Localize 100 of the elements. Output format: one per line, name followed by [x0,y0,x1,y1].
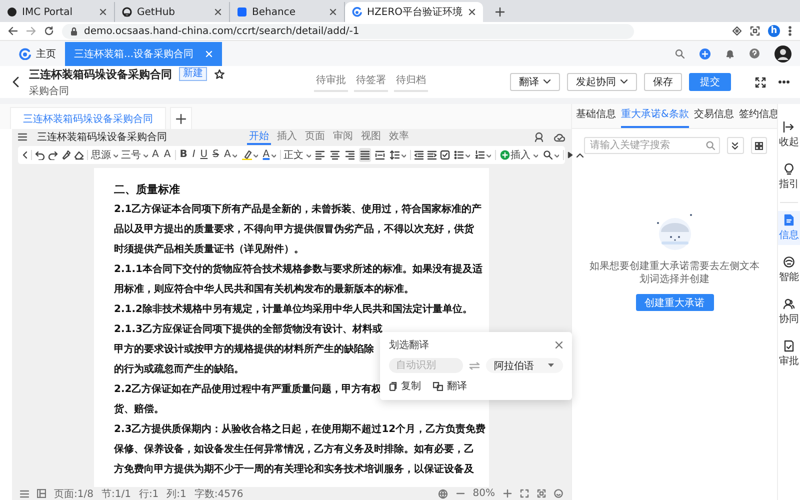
add-tab-button[interactable] [170,107,192,129]
find-button[interactable] [542,148,560,162]
bell-icon[interactable] [725,48,735,58]
panel-tab[interactable]: 基础信息 [576,107,616,128]
globe-icon[interactable] [438,488,448,498]
strikethrough-button[interactable]: S [212,148,220,162]
menu-tab[interactable]: 视图 [359,130,383,144]
address-field[interactable]: demo.ocsaas.hand-china.com/ccrt/search/detail/add/-1 [62,24,634,38]
align-right-button[interactable] [344,148,356,162]
collapse-icon[interactable] [576,152,584,158]
menu-tab[interactable]: 审阅 [331,130,355,144]
document-tab[interactable]: 三连杯装箱码垛设备采购合同 [10,107,166,129]
back-icon[interactable] [12,76,20,88]
app-tab[interactable]: 三连杯装箱...设备采购合同 [65,42,222,66]
back-icon[interactable] [8,26,18,36]
app-tab[interactable]: 主页 [10,42,65,66]
reload-icon[interactable] [44,26,54,36]
face-icon[interactable] [554,489,563,498]
align-distribute-button[interactable] [374,148,386,162]
star-icon[interactable] [214,68,225,80]
menu-tab[interactable]: 插入 [275,130,299,144]
add-icon [500,150,510,160]
text-effect-button[interactable]: A [222,148,238,162]
outline-icon[interactable] [20,490,29,498]
zoom-in-icon[interactable] [503,489,512,498]
fullscreen-icon[interactable] [755,76,766,88]
line-spacing-button[interactable] [388,148,407,162]
empty-state-drawing [654,212,694,252]
shrink-font-button[interactable]: A [162,148,172,162]
style-select[interactable]: 正文 [284,148,311,162]
profile-avatar[interactable]: h [768,25,780,37]
bold-button[interactable]: B [178,148,188,162]
size-select[interactable]: 三号 [121,148,148,162]
rail-item[interactable]: 协同 [778,295,800,329]
caret-icon [252,152,258,158]
rail-item[interactable]: 指引 [778,160,800,194]
close-icon[interactable] [555,341,563,349]
panel-tab[interactable]: 重大承诺&条款 [621,107,689,128]
checkbox-icon[interactable] [440,150,450,160]
target-language-select[interactable]: 阿拉伯语 [486,358,563,373]
body-text-line: 时须提供产品相关质量证书（详见附件）。 [114,242,304,257]
close-icon[interactable] [329,8,337,16]
highlight-button[interactable] [240,148,259,162]
align-justify-button[interactable] [358,148,371,162]
grid-button[interactable] [750,137,767,154]
font-color-button[interactable]: A [262,148,277,162]
outdent-icon[interactable] [414,150,424,160]
align-center-button[interactable] [328,148,341,162]
search-icon[interactable] [675,48,685,58]
create-button[interactable]: 创建重大承诺 [636,294,714,311]
more-icon[interactable] [778,80,790,84]
caret-icon [620,79,628,85]
redo-icon[interactable] [48,150,58,160]
translate-button[interactable]: 翻译 [433,379,467,393]
scan-icon[interactable] [750,26,760,36]
grow-font-button[interactable]: A [151,148,160,162]
menu-tab[interactable]: 页面 [303,130,327,144]
align-center-icon [330,150,340,160]
close-icon[interactable] [468,8,476,16]
cloud-icon[interactable] [554,132,565,142]
align-left-button[interactable] [314,148,326,162]
add-icon[interactable] [699,48,711,60]
italic-button[interactable]: I [191,148,196,162]
brush-icon[interactable] [61,150,71,160]
rail-item[interactable]: 信息 [778,211,800,245]
new-tab-icon[interactable] [494,7,505,17]
dropdown-button[interactable]: 翻译 [510,73,560,91]
back-icon[interactable] [22,151,28,159]
record-type: 采购合同 [29,84,70,98]
undo-icon[interactable] [35,150,45,160]
dropdown-button[interactable]: 发起协同 [567,73,637,91]
menu-tab[interactable]: 效率 [387,130,411,144]
insert-button[interactable]: 插入 [498,148,539,162]
underline-button[interactable]: U [199,148,209,162]
search-icon[interactable] [706,141,715,150]
search-field[interactable]: 请输入关键字搜索 [584,137,720,154]
rail-item[interactable]: 审批 [778,337,800,371]
primary-button[interactable]: 提交 [689,73,731,91]
panel-tab[interactable]: 交易信息 [694,107,734,128]
fit-icon[interactable] [520,489,529,498]
bullet-list-button[interactable] [452,148,471,162]
translate-icon [433,382,443,390]
close-icon[interactable] [99,8,107,16]
expand-button[interactable] [727,137,744,154]
layout-icon[interactable] [37,489,46,498]
font-select[interactable]: 思源 [91,148,118,162]
close-icon[interactable] [214,8,222,16]
zoom-level: 80% [472,488,495,499]
menu-icon[interactable] [18,133,27,141]
rail-item[interactable]: 收起 [778,118,800,152]
user-avatar-icon[interactable] [774,44,792,62]
kebab-menu-icon[interactable] [788,26,792,36]
browser-tab[interactable]: HZERO平台验证环境 [345,2,483,22]
copy-button[interactable]: 复制 [389,379,421,393]
eraser-icon[interactable] [74,150,84,160]
face-icon [783,256,795,268]
help-icon[interactable] [749,48,760,59]
indent-icon[interactable] [426,150,437,160]
action-button[interactable]: 保存 [644,73,682,91]
rail-item[interactable]: 智能 [778,253,800,287]
